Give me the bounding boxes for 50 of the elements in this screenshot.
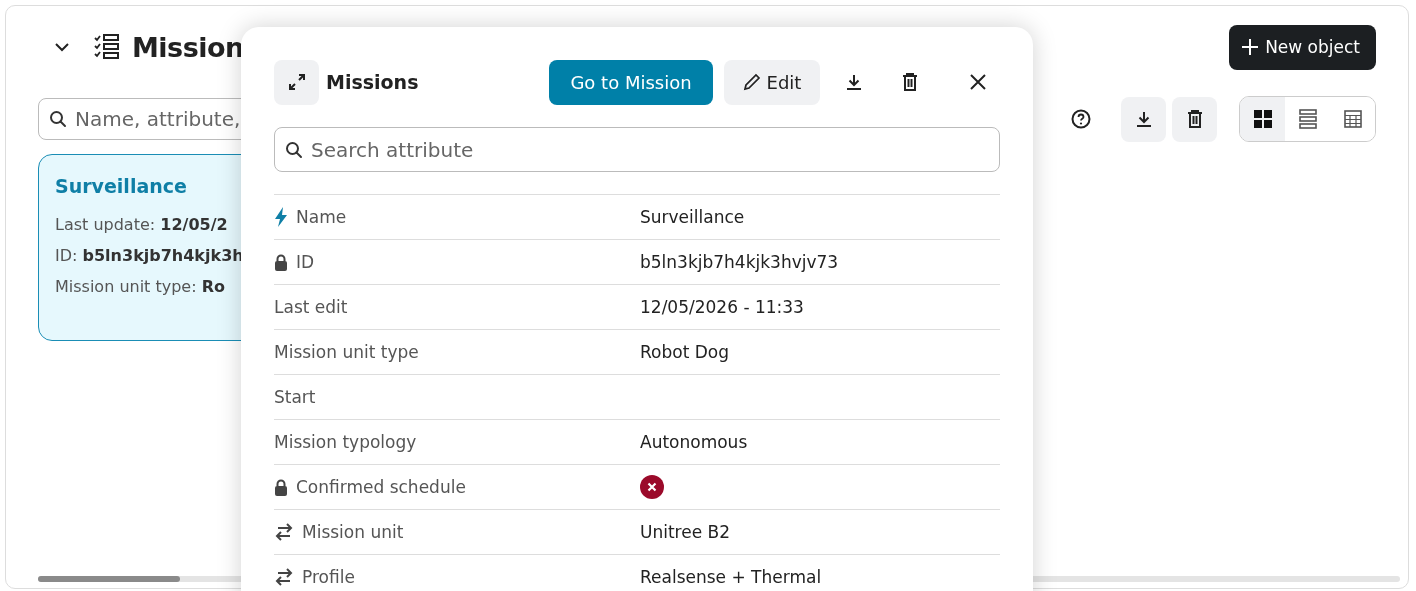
attribute-value: Unitree B2	[640, 522, 731, 542]
lock-icon	[274, 253, 288, 271]
delete-button[interactable]	[1172, 96, 1217, 142]
new-object-button[interactable]: New object	[1229, 24, 1376, 70]
close-icon	[970, 74, 986, 90]
attribute-label: Last edit	[274, 297, 348, 317]
list-icon	[1298, 109, 1317, 129]
attribute-label: Mission unit type	[274, 342, 419, 362]
pencil-icon	[742, 73, 761, 91]
attribute-value: Autonomous	[640, 432, 748, 452]
card-title: Surveillance	[55, 175, 187, 197]
expand-button[interactable]	[274, 59, 319, 105]
table-icon	[1343, 110, 1362, 128]
download-icon	[844, 72, 864, 92]
attribute-value: Surveillance	[640, 207, 745, 227]
lightning-icon	[274, 207, 288, 227]
attribute-value: Robot Dog	[640, 342, 729, 362]
attribute-label: ID	[296, 252, 315, 272]
attribute-label: Name	[296, 207, 347, 227]
expand-icon	[286, 72, 307, 92]
attribute-value: Realsense + Thermal	[640, 567, 822, 587]
edit-button[interactable]: Edit	[724, 59, 820, 105]
download-button[interactable]	[1121, 96, 1166, 142]
help-icon[interactable]	[1071, 109, 1091, 129]
grid-icon	[1253, 110, 1272, 128]
view-mode-button[interactable]	[1240, 97, 1285, 141]
card-field: Mission unit type: Ro	[55, 277, 225, 296]
attribute-label: Mission typology	[274, 432, 417, 452]
card-field: ID: b5ln3kjb7h4kjk3h	[55, 246, 244, 265]
attribute-value: b5ln3kjb7h4kjk3hvjv73	[640, 252, 839, 272]
trash-icon	[901, 72, 919, 92]
page-title: Mission	[132, 31, 244, 63]
search-icon	[285, 140, 303, 159]
swap-arrows-icon	[274, 568, 294, 586]
attribute-label: Start	[274, 387, 316, 407]
checklist-icon	[94, 34, 120, 60]
attribute-label: Profile	[302, 567, 355, 587]
attribute-label: Mission unit	[302, 522, 404, 542]
lock-icon	[274, 478, 288, 496]
card-field: Last update: 12/05/2	[55, 215, 228, 234]
go-to-mission-button[interactable]: Go to Mission	[549, 59, 713, 105]
chevron-down-icon[interactable]	[54, 42, 70, 52]
search-icon	[49, 110, 67, 128]
trash-icon	[1185, 109, 1204, 129]
dialog-title: Missions	[326, 71, 419, 93]
attribute-search-field[interactable]: Search attribute	[274, 127, 1000, 172]
swap-arrows-icon	[274, 523, 294, 541]
attribute-value: 12/05/2026 - 11:33	[640, 297, 804, 317]
attribute-label: Confirmed schedule	[296, 477, 466, 497]
plus-icon	[1241, 38, 1260, 56]
